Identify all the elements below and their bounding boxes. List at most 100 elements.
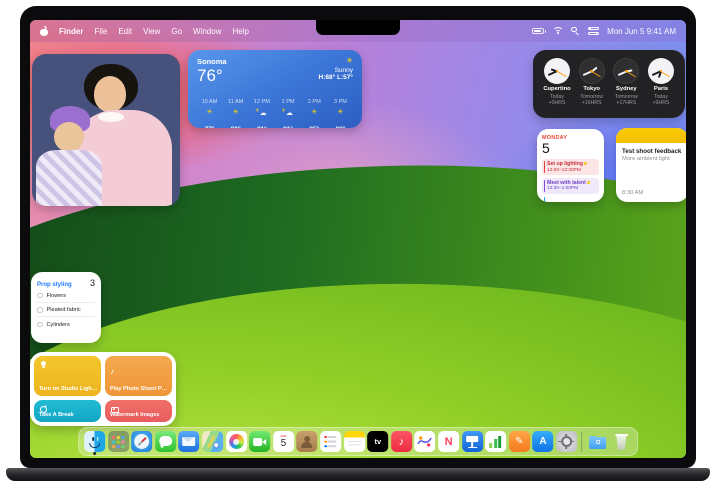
dock-separator — [581, 431, 583, 452]
dock: JUN 5 tv ♪ N ✎ A — [78, 427, 638, 456]
dock-mail-icon[interactable] — [178, 431, 200, 452]
hour-forecast: 10 AM ☀ 77° — [197, 90, 222, 128]
page: Finder File Edit View Go Window Help Mon… — [0, 0, 716, 486]
dock-maps-icon[interactable] — [202, 431, 224, 452]
dock-numbers-icon[interactable] — [485, 431, 507, 452]
hour-forecast: 12 PM ☀☁ 81° — [249, 90, 274, 128]
weather-high-low: H:88° L:57° — [318, 74, 353, 81]
menu-clock[interactable]: Mon Jun 5 9:41 AM — [607, 27, 676, 36]
screen: Finder File Edit View Go Window Help Mon… — [30, 20, 686, 458]
menu-file[interactable]: File — [94, 27, 107, 36]
shortcut-studio-light[interactable]: Turn on Studio Ligh… — [34, 356, 101, 396]
reminders-widget[interactable]: Prop styling 3 Flowers Pleated fabric Cy… — [31, 272, 101, 343]
dock-downloads-folder-icon[interactable] — [587, 431, 608, 452]
menu-app-name[interactable]: Finder — [59, 27, 83, 36]
dock-safari-icon[interactable] — [131, 431, 153, 452]
apple-menu-icon[interactable] — [40, 25, 48, 36]
clock-face — [647, 58, 674, 84]
dock-messages-icon[interactable] — [154, 431, 176, 452]
music-note-glyph: ♪ — [398, 435, 405, 448]
menu-go[interactable]: Go — [171, 27, 182, 36]
dock-appletv-icon[interactable]: tv — [367, 431, 389, 452]
menu-edit[interactable]: Edit — [118, 27, 132, 36]
menu-window[interactable]: Window — [193, 27, 221, 36]
weather-hourly-row: 10 AM ☀ 77° 11 AM ☀ 80° 12 PM ☀☁ 81° — [197, 90, 353, 128]
finder-running-indicator — [93, 452, 96, 455]
reminders-count: 3 — [89, 278, 95, 288]
reminder-item[interactable]: Cylinders — [37, 317, 95, 331]
calendar-widget[interactable]: MONDAY 5 Set up lighting 12:00–12:30PM M… — [537, 129, 604, 202]
shortcut-take-a-break[interactable]: Take A Break — [34, 400, 101, 422]
weather-temperature: 76° — [197, 66, 223, 85]
weather-condition: Sunny — [334, 67, 353, 74]
notes-widget[interactable]: Test shoot feedback More ambient light 8… — [616, 128, 686, 202]
clock-paris: Paris Today +9HRS — [644, 58, 678, 107]
menu-view[interactable]: View — [143, 27, 160, 36]
music-note-icon: ♪ — [110, 367, 114, 376]
note-body-text: More ambient light — [622, 156, 670, 163]
dock-pages-icon[interactable]: ✎ — [508, 431, 530, 452]
shortcut-watermark-images[interactable]: Watermark Images — [105, 400, 172, 422]
calendar-event[interactable]: Set up lighting 12:00–12:30PM — [542, 159, 599, 176]
weather-widget[interactable]: Sonoma 76° ☀ Sunny H:88° L:57° 10 AM ☀ 7… — [188, 50, 362, 128]
tv-glyph: tv — [374, 437, 382, 446]
photos-widget[interactable] — [32, 54, 180, 206]
control-center-icon[interactable] — [588, 27, 600, 35]
sun-icon: ☀ — [232, 109, 239, 116]
sun-icon: ☀ — [311, 109, 318, 116]
dock-settings-icon[interactable] — [556, 431, 578, 452]
hour-forecast: 11 AM ☀ 80° — [223, 90, 248, 128]
reminders-list-name: Prop styling — [37, 282, 72, 288]
dock-finder-icon[interactable] — [84, 431, 106, 455]
clock-cupertino: Cupertino Today +0HRS — [540, 58, 574, 107]
dock-trash-icon[interactable] — [611, 431, 632, 452]
checkbox-circle-icon[interactable] — [37, 321, 43, 328]
photo-adult-collar — [98, 112, 124, 122]
shortcut-play-playlist[interactable]: ♪ Play Photo Shoot P… — [105, 356, 172, 396]
cloud-sun-icon: ☀ ☁ — [281, 108, 293, 117]
calendar-day: 5 — [542, 140, 550, 156]
hour-forecast: 2 PM ☀ 85° — [302, 90, 327, 128]
battery-icon[interactable] — [532, 28, 547, 34]
dock-facetime-icon[interactable] — [249, 431, 271, 452]
reminder-item[interactable]: Pleated fabric — [37, 303, 95, 317]
shortcuts-widget: Turn on Studio Ligh… ♪ Play Photo Shoot … — [30, 352, 176, 426]
spotlight-icon[interactable] — [571, 26, 580, 36]
news-glyph: N — [444, 435, 453, 448]
dock-music-icon[interactable]: ♪ — [390, 431, 412, 452]
bulb-emoji — [584, 162, 588, 166]
calendar-event[interactable]: Meet with talent 12:30–1:00PM — [542, 177, 599, 194]
dock-photos-icon[interactable] — [225, 431, 247, 452]
sun-icon: ☀ — [345, 56, 353, 65]
sun-icon: ☀ — [206, 109, 213, 116]
note-title: Test shoot feedback — [622, 148, 682, 155]
photo-child-face — [54, 122, 84, 152]
dock-contacts-icon[interactable] — [296, 431, 318, 452]
clock-sydney: Sydney Tomorrow +17HRS — [609, 58, 643, 107]
macbook-frame: Finder File Edit View Go Window Help Mon… — [20, 6, 696, 468]
clock-face — [578, 58, 605, 84]
dock-reminders-icon[interactable] — [320, 431, 342, 452]
calendar-day-number: 5 — [280, 437, 287, 449]
dock-freeform-icon[interactable] — [414, 431, 436, 452]
wifi-icon[interactable] — [552, 27, 564, 35]
world-clock-widget[interactable]: Cupertino Today +0HRS Tokyo Tomorrow +16… — [533, 50, 685, 118]
dock-appstore-icon[interactable]: A — [532, 431, 554, 452]
dock-calendar-icon[interactable]: JUN 5 — [272, 431, 294, 452]
dock-launchpad-icon[interactable] — [107, 431, 129, 452]
menu-help[interactable]: Help — [232, 27, 248, 36]
dock-keynote-icon[interactable] — [461, 431, 483, 452]
clock-tokyo: Tokyo Tomorrow +16HRS — [575, 58, 609, 107]
reminder-item[interactable]: Flowers — [37, 288, 95, 303]
calendar-more-events[interactable]: 1 more event — [542, 196, 599, 202]
checkbox-circle-icon[interactable] — [37, 307, 43, 313]
dock-news-icon[interactable]: N — [438, 431, 460, 452]
hour-forecast: 1 PM ☀☁ 81° — [276, 90, 301, 128]
checkbox-circle-icon[interactable] — [37, 292, 43, 299]
sun-icon: ☀ — [337, 109, 344, 116]
dock-notes-icon[interactable] — [343, 431, 365, 452]
appstore-glyph: A — [539, 436, 547, 447]
camera-notch — [316, 20, 400, 35]
photo-adult-face — [94, 76, 126, 112]
freeform-squiggle — [417, 436, 433, 447]
